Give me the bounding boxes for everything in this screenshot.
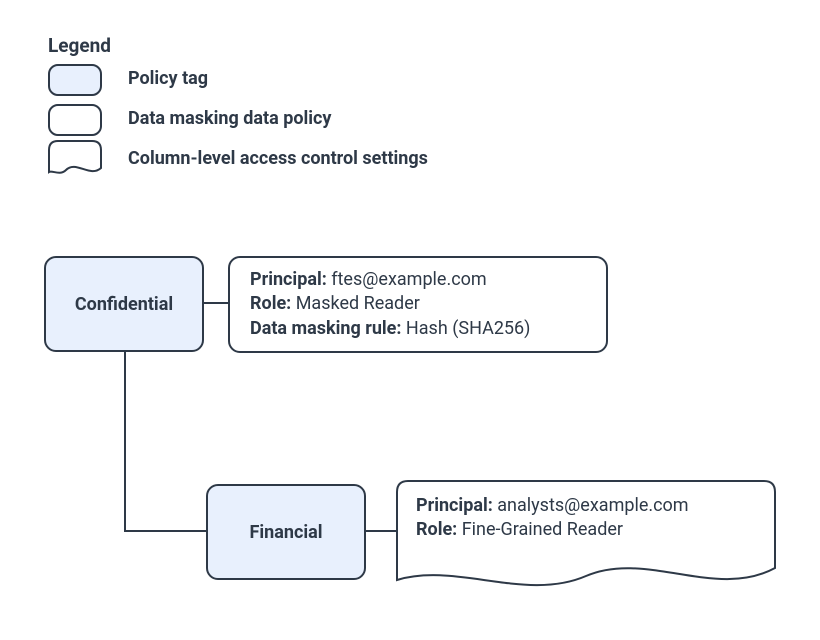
masking-policy-confidential: Principal: ftes@example.com Role: Masked… <box>228 256 608 353</box>
policy-tag-confidential: Confidential <box>44 256 204 352</box>
principal-value: ftes@example.com <box>331 269 486 290</box>
connector-line <box>124 352 126 532</box>
role-label: Role: <box>416 519 457 540</box>
role-value: Fine-Grained Reader <box>462 519 623 540</box>
principal-label: Principal: <box>250 269 327 290</box>
rule-value: Hash (SHA256) <box>406 318 531 339</box>
connector-line <box>124 530 206 532</box>
connector-line <box>366 530 396 532</box>
masking-policy-icon <box>48 104 102 136</box>
role-value: Masked Reader <box>296 293 420 314</box>
diagram-canvas: Legend Policy tag Data masking data poli… <box>0 0 820 640</box>
legend-item-acl: Column-level access control settings <box>128 148 428 169</box>
policy-tag-financial: Financial <box>206 484 366 580</box>
policy-tag-icon <box>48 64 102 96</box>
legend-title: Legend <box>48 34 111 57</box>
legend-item-masking: Data masking data policy <box>128 108 331 129</box>
acl-settings-financial: Principal: analysts@example.com Role: Fi… <box>396 480 776 600</box>
acl-scroll-icon <box>48 140 102 178</box>
principal-value: analysts@example.com <box>497 495 688 516</box>
rule-label: Data masking rule: <box>250 318 401 339</box>
connector-line <box>204 302 228 304</box>
role-label: Role: <box>250 293 291 314</box>
policy-tag-label: Confidential <box>75 294 173 315</box>
legend-item-policy-tag: Policy tag <box>128 68 208 89</box>
policy-tag-label: Financial <box>250 522 323 543</box>
principal-label: Principal: <box>416 495 493 516</box>
